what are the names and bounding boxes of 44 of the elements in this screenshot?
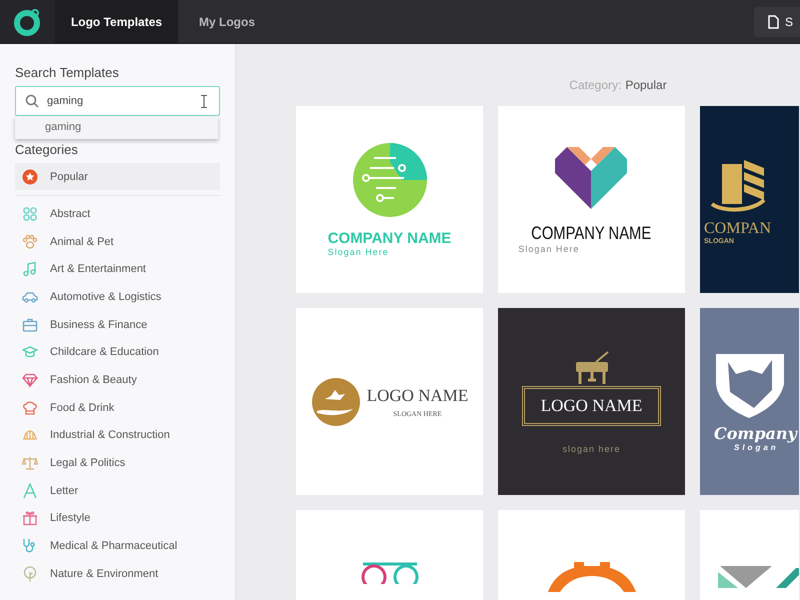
document-icon — [768, 14, 779, 28]
logo-template-card[interactable]: COMPANY NAME Slogan Here — [498, 106, 685, 293]
category-item[interactable]: Fashion & Beauty — [15, 366, 220, 394]
category-value: Popular — [625, 78, 667, 92]
logo-name-text: COMPAN — [704, 220, 771, 238]
category-item[interactable]: Nature & Environment — [15, 560, 220, 588]
category-item[interactable]: Letter — [15, 476, 220, 505]
nav-tab[interactable]: My Logos — [178, 0, 276, 43]
categories-heading: Categories — [15, 142, 79, 157]
hand-bird-drawing — [310, 376, 361, 426]
logo-name-text: Company — [714, 424, 797, 442]
logo-slogan-text: Slogan Here — [328, 247, 390, 257]
wolf-shield-drawing — [714, 352, 784, 418]
logo-slogan-text: Slogan — [734, 442, 780, 452]
suggestion-item[interactable]: gaming — [15, 116, 218, 139]
logo-slogan-text: Slogan Here — [518, 244, 580, 254]
category-item[interactable]: Childcare & Education — [15, 338, 220, 366]
logo-name-text: LOGO NAME — [522, 386, 662, 426]
category-item[interactable]: Popular — [15, 163, 220, 190]
search-field[interactable]: gaming — [15, 86, 220, 116]
category-item[interactable]: Business & Finance — [15, 310, 220, 338]
category-item[interactable]: Industrial & Construction — [15, 422, 220, 450]
category-item[interactable]: Lifestyle — [15, 504, 220, 532]
category-item[interactable]: Automotive & Logistics — [15, 283, 220, 311]
app-logo-icon — [14, 8, 42, 36]
category-item[interactable]: Abstract — [15, 200, 220, 228]
save-button[interactable]: S — [754, 6, 800, 36]
nav-tab[interactable]: Logo Templates — [55, 0, 178, 43]
category-label: Category: — [569, 78, 622, 92]
search-heading: Search Templates — [15, 65, 120, 80]
category-item[interactable]: Legal & Politics — [15, 449, 220, 477]
text-cursor-icon — [201, 95, 207, 108]
search-icon — [25, 94, 39, 108]
category-item[interactable]: Medical & Pharmaceutical — [15, 532, 220, 560]
category-item[interactable]: Art & Entertainment — [15, 255, 220, 284]
app-logo-tile[interactable] — [0, 0, 55, 43]
category-item[interactable]: Animal & Pet — [15, 228, 220, 256]
category-item[interactable]: Food & Drink — [15, 394, 220, 422]
logo-name-text: COMPANY NAME — [328, 230, 452, 247]
logo-template-card[interactable]: Company Slogan — [700, 308, 799, 495]
logo-slogan-text: slogan here — [562, 444, 621, 454]
logo-template-card[interactable]: LOGO NAME slogan here — [498, 308, 685, 495]
logo-name-text: LOGO NAME — [366, 386, 468, 406]
logo-name-text: COMPANY NAME — [531, 223, 652, 244]
